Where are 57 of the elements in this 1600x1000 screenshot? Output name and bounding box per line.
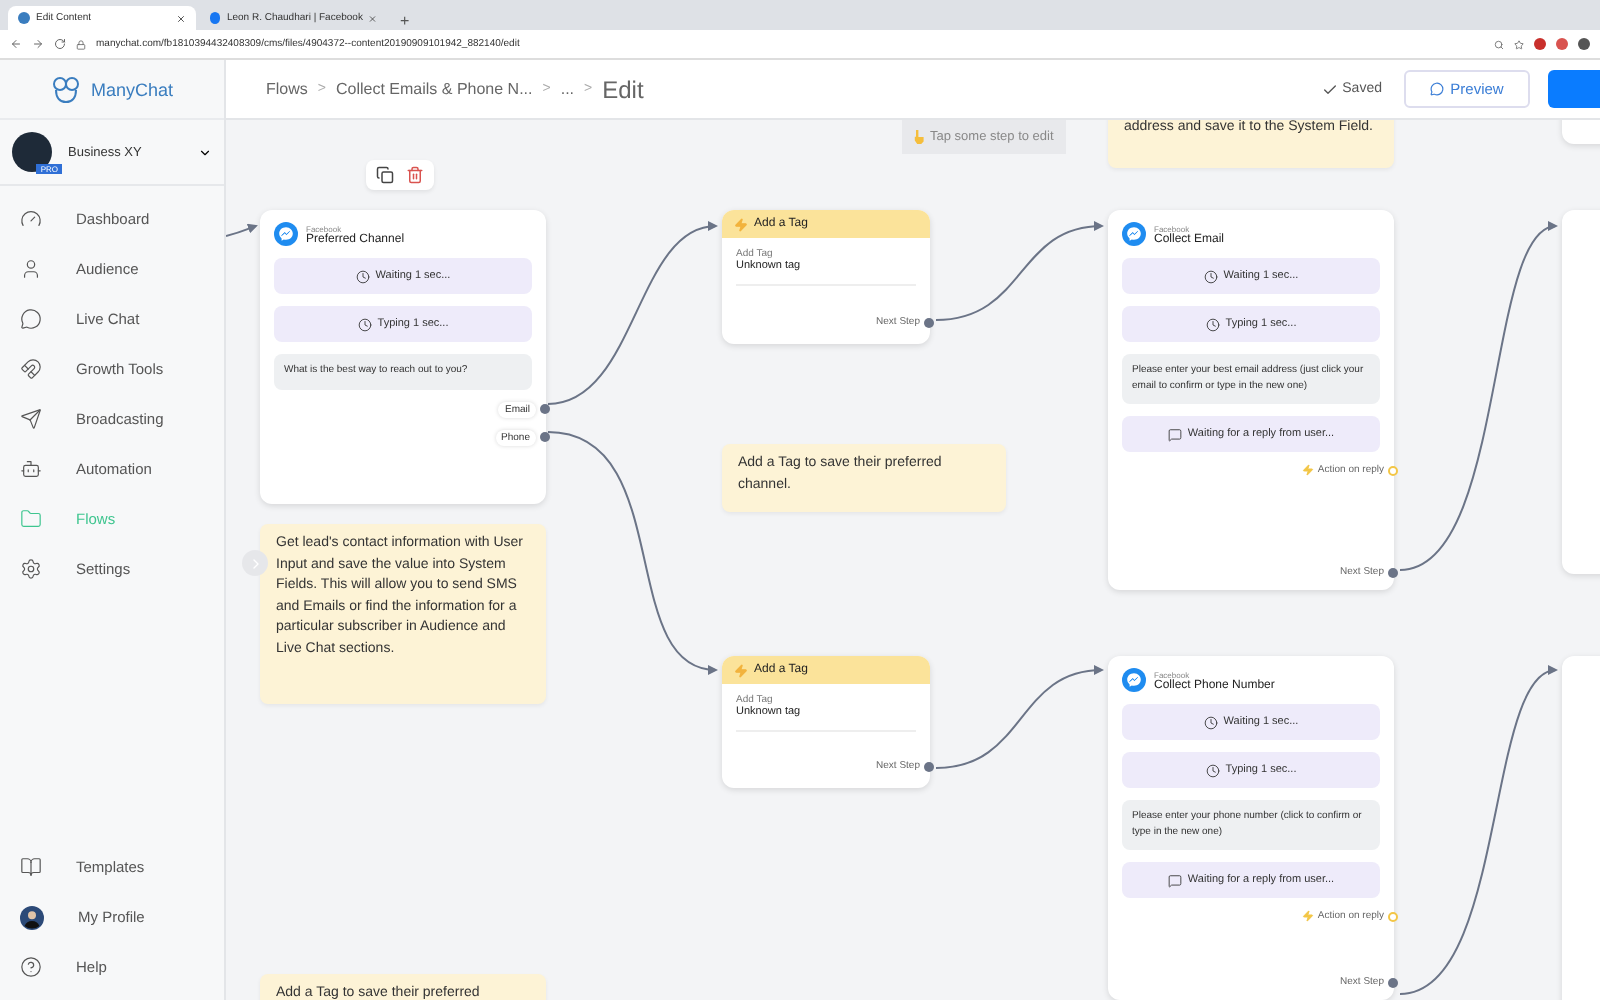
hand-icon xyxy=(914,130,924,144)
new-tab-button[interactable]: + xyxy=(392,12,418,30)
connector-dot[interactable] xyxy=(540,404,550,414)
connector-dot[interactable] xyxy=(1388,911,1398,921)
robot-icon xyxy=(20,458,42,480)
connector-dot[interactable] xyxy=(540,432,550,442)
reload-icon[interactable] xyxy=(54,38,66,50)
favicon-icon xyxy=(210,12,221,24)
star-icon[interactable] xyxy=(1514,39,1524,49)
breadcrumb: Edit xyxy=(602,75,644,103)
bolt-icon xyxy=(1301,464,1314,476)
clock-icon xyxy=(355,269,370,283)
connector-dot[interactable] xyxy=(924,317,934,327)
help-icon xyxy=(20,956,42,978)
connector-dot[interactable] xyxy=(1388,977,1398,987)
breadcrumb[interactable]: ... xyxy=(560,80,575,98)
chevron-icon xyxy=(198,145,212,159)
clock-icon xyxy=(1203,269,1218,283)
lock-icon xyxy=(76,39,86,49)
messenger-icon xyxy=(1122,668,1146,692)
connector-dot[interactable] xyxy=(1388,465,1398,475)
favicon-icon xyxy=(18,12,30,24)
message-node[interactable] xyxy=(1108,210,1394,590)
clock-icon xyxy=(1203,715,1218,729)
trash-icon[interactable] xyxy=(406,166,424,184)
message-icon xyxy=(1167,427,1182,441)
messenger-icon xyxy=(274,222,298,246)
messenger-icon xyxy=(1122,222,1146,246)
copy-icon[interactable] xyxy=(376,166,394,184)
chat-icon xyxy=(1430,82,1445,96)
gauge-icon xyxy=(20,208,42,230)
chat-icon xyxy=(20,308,42,330)
avatar-icon xyxy=(20,905,44,929)
back-icon[interactable] xyxy=(10,38,22,50)
breadcrumb[interactable]: Flows xyxy=(266,80,308,98)
folder-icon xyxy=(20,508,42,530)
connector-dot[interactable] xyxy=(1388,567,1398,577)
logo-icon xyxy=(50,75,83,103)
bolt-icon xyxy=(1301,910,1314,922)
breadcrumb[interactable]: Collect Emails & Phone N... xyxy=(335,80,533,98)
connector-arrow xyxy=(226,223,258,237)
settings-icon xyxy=(20,558,42,580)
bolt-icon xyxy=(734,217,748,231)
connector-dot[interactable] xyxy=(924,761,934,771)
book-icon xyxy=(20,856,42,878)
user-icon xyxy=(20,258,42,280)
clock-icon xyxy=(1205,317,1220,331)
message-icon xyxy=(1167,873,1182,887)
send-icon xyxy=(20,408,42,430)
check-icon xyxy=(1322,81,1339,97)
bolt-icon xyxy=(734,663,748,677)
forward-icon[interactable] xyxy=(32,38,44,50)
search-icon[interactable] xyxy=(1494,39,1504,49)
clock-icon xyxy=(1205,763,1220,777)
magnet-icon xyxy=(20,358,42,380)
logo-text: ManyChat xyxy=(90,79,174,99)
clock-icon xyxy=(357,317,372,331)
